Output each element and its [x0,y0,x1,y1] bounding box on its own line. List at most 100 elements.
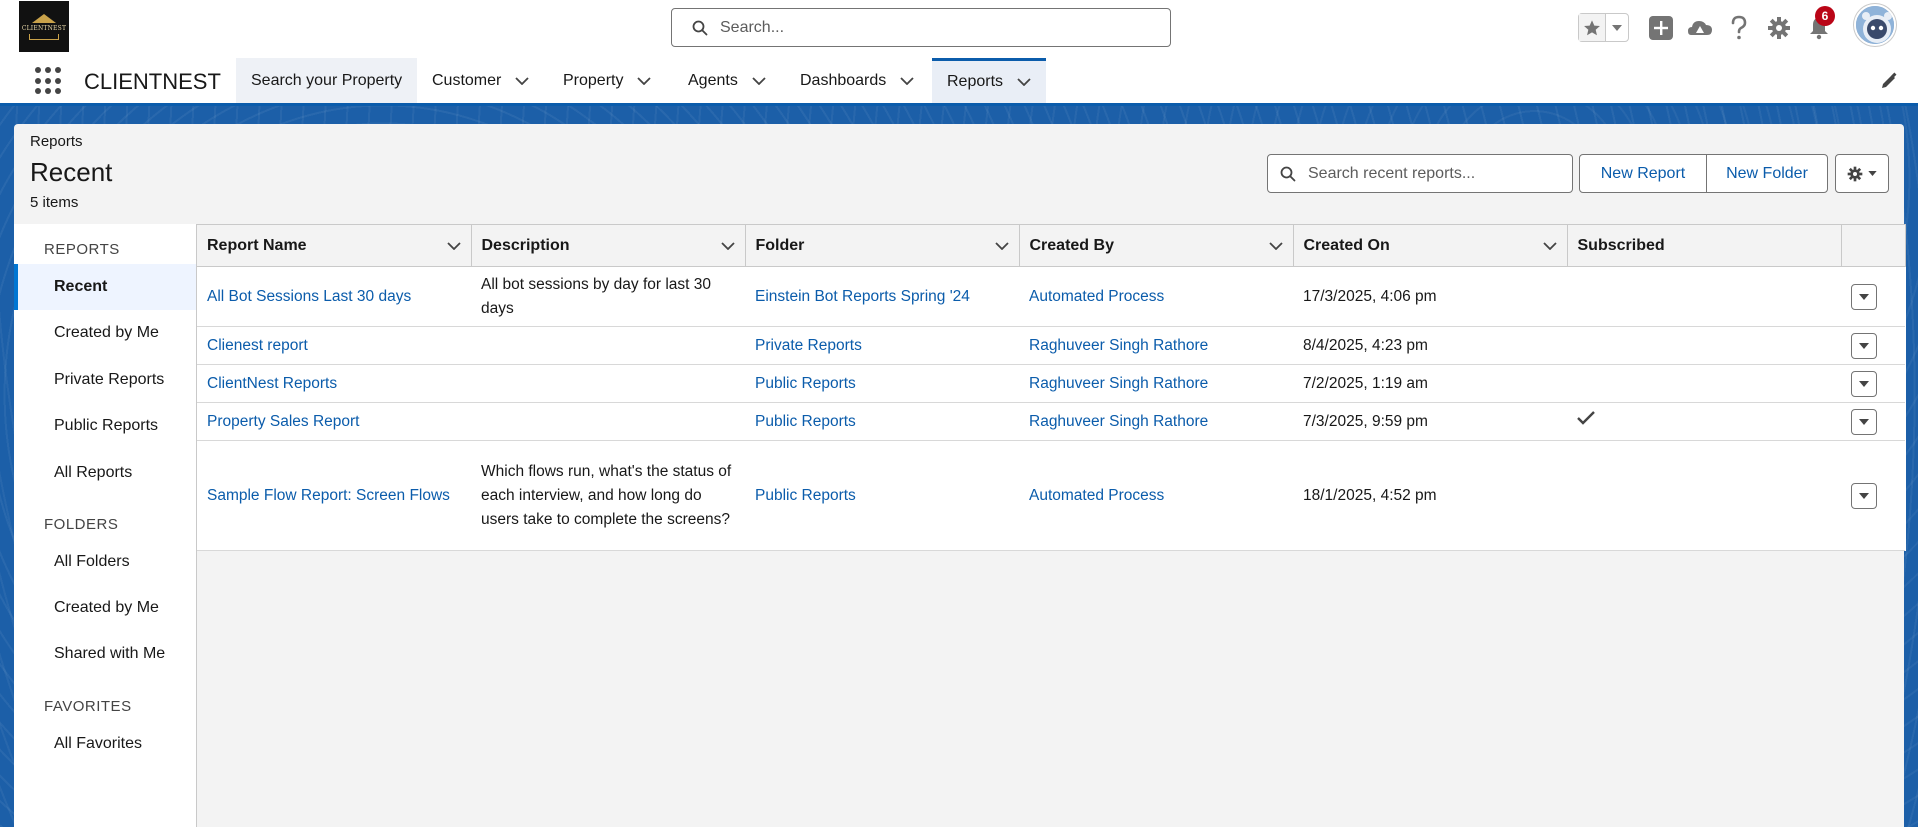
logo-roof-shape [32,13,56,23]
row-actions-button[interactable] [1851,370,1877,397]
nav-tab-customer[interactable]: Customer [417,58,544,103]
favorites-menu-button[interactable] [1606,14,1628,41]
cell-created-by: Raghuveer Singh Rathore [1019,402,1293,441]
report-link[interactable]: Property Sales Report [207,413,360,430]
search-reports-placeholder: Search recent reports... [1308,164,1476,182]
column-header-report-name[interactable]: Report Name [197,224,472,267]
nav-tab-property[interactable]: Property [548,58,666,103]
chevron-down-icon[interactable] [900,76,914,85]
global-search-input[interactable]: Search... [671,8,1171,47]
column-header-label: Report Name [207,236,307,254]
user-link[interactable]: Automated Process [1029,288,1164,305]
cell-row-actions [1841,266,1905,327]
column-header-created-by[interactable]: Created By [1019,224,1294,267]
sidebar-item-all-folders[interactable]: All Folders [14,539,196,585]
cell-subscribed [1567,326,1841,365]
cell-report-name: All Bot Sessions Last 30 days [197,266,471,327]
global-search-placeholder: Search... [720,18,785,36]
chevron-down-icon[interactable] [720,241,735,250]
column-header-created-on[interactable]: Created On [1293,224,1568,267]
cell-subscribed [1567,440,1841,551]
chevron-down-icon[interactable] [515,76,529,85]
cell-row-actions [1841,402,1905,441]
astro-avatar-icon [1856,6,1894,44]
chevron-down-icon[interactable] [1268,241,1283,250]
user-link[interactable]: Raghuveer Singh Rathore [1029,337,1208,354]
caret-down-icon [1868,171,1877,176]
favorite-star-button[interactable] [1579,14,1606,41]
cell-report-name: Property Sales Report [197,402,471,441]
star-icon [1584,19,1600,35]
search-icon [692,20,708,35]
setup-button[interactable] [1765,14,1793,42]
cell-subscribed [1567,266,1841,327]
sidebar-item-all-reports[interactable]: All Reports [14,450,196,496]
caret-down-icon [1612,24,1622,31]
app-launcher-dot [45,67,51,73]
search-reports-input[interactable]: Search recent reports... [1267,154,1573,193]
sidebar-item-created-by-me[interactable]: Created by Me [14,310,196,356]
report-link[interactable]: Sample Flow Report: Screen Flows [207,487,450,504]
user-link[interactable]: Raghuveer Singh Rathore [1029,413,1208,430]
new-report-button[interactable]: New Report [1579,154,1707,193]
help-icon [1731,15,1747,40]
trailhead-cloud-icon [1688,21,1712,35]
logo-text: CLIENTNEST [21,24,67,32]
folder-link[interactable]: Einstein Bot Reports Spring '24 [755,288,970,305]
nav-tab-search-property[interactable]: Search your Property [236,58,418,103]
help-button[interactable] [1725,14,1753,42]
sidebar-item-private-reports[interactable]: Private Reports [14,357,196,403]
new-folder-button[interactable]: New Folder [1706,154,1828,193]
sidebar-item-public-reports[interactable]: Public Reports [14,403,196,449]
cell-created-on: 8/4/2025, 4:23 pm [1293,326,1567,365]
caret-down-icon [1859,418,1869,425]
nav-tab-agents[interactable]: Agents [673,58,781,103]
user-link[interactable]: Raghuveer Singh Rathore [1029,375,1208,392]
column-header-subscribed[interactable]: Subscribed [1567,224,1842,267]
trailhead-button[interactable] [1686,14,1714,42]
nav-tab-label: Reports [947,73,1004,90]
chevron-down-icon[interactable] [994,241,1009,250]
edit-nav-items-button[interactable] [1880,72,1900,92]
nav-tab-reports[interactable]: Reports [932,58,1047,103]
column-header-label: Folder [755,236,805,254]
global-actions-button[interactable] [1647,14,1675,42]
logo-base-shape [29,33,59,40]
company-logo[interactable]: CLIENTNEST [19,1,69,52]
column-header-description[interactable]: Description [471,224,746,267]
caret-down-icon [1859,293,1869,300]
sidebar-item-all-favorites[interactable]: All Favorites [14,721,196,767]
sidebar-heading-reports: REPORTS [44,241,120,258]
chevron-down-icon[interactable] [446,241,461,250]
nav-tab-dashboards[interactable]: Dashboards [785,58,929,103]
report-link[interactable]: All Bot Sessions Last 30 days [207,288,411,305]
sidebar-item-shared-with-me[interactable]: Shared with Me [14,631,196,677]
chevron-down-icon[interactable] [637,76,652,85]
cell-report-name: ClientNest Reports [197,364,471,403]
app-launcher-button[interactable] [35,67,63,95]
row-actions-button[interactable] [1851,332,1877,359]
cell-created-by: Automated Process [1019,440,1293,551]
user-link[interactable]: Automated Process [1029,487,1164,504]
list-settings-button[interactable] [1835,154,1889,193]
sidebar-item-recent[interactable]: Recent [14,264,196,310]
folder-link[interactable]: Public Reports [755,375,856,392]
folder-link[interactable]: Private Reports [755,337,862,354]
report-link[interactable]: Clienest report [207,337,308,354]
chevron-down-icon[interactable] [752,76,766,85]
folder-link[interactable]: Public Reports [755,413,856,430]
user-avatar[interactable] [1854,4,1896,46]
row-actions-button[interactable] [1851,482,1877,509]
report-link[interactable]: ClientNest Reports [207,375,337,392]
chevron-down-icon[interactable] [1017,78,1031,86]
sidebar-item-folders-created-by-me[interactable]: Created by Me [14,585,196,631]
chevron-down-icon[interactable] [1542,241,1557,250]
column-header-folder[interactable]: Folder [745,224,1020,267]
column-header-label: Description [481,236,570,254]
caret-down-icon [1859,342,1869,349]
row-actions-button[interactable] [1851,408,1877,435]
folder-link[interactable]: Public Reports [755,487,856,504]
row-actions-button[interactable] [1851,283,1877,310]
breadcrumb[interactable]: Reports [30,133,83,150]
column-header-label: Subscribed [1577,236,1665,254]
